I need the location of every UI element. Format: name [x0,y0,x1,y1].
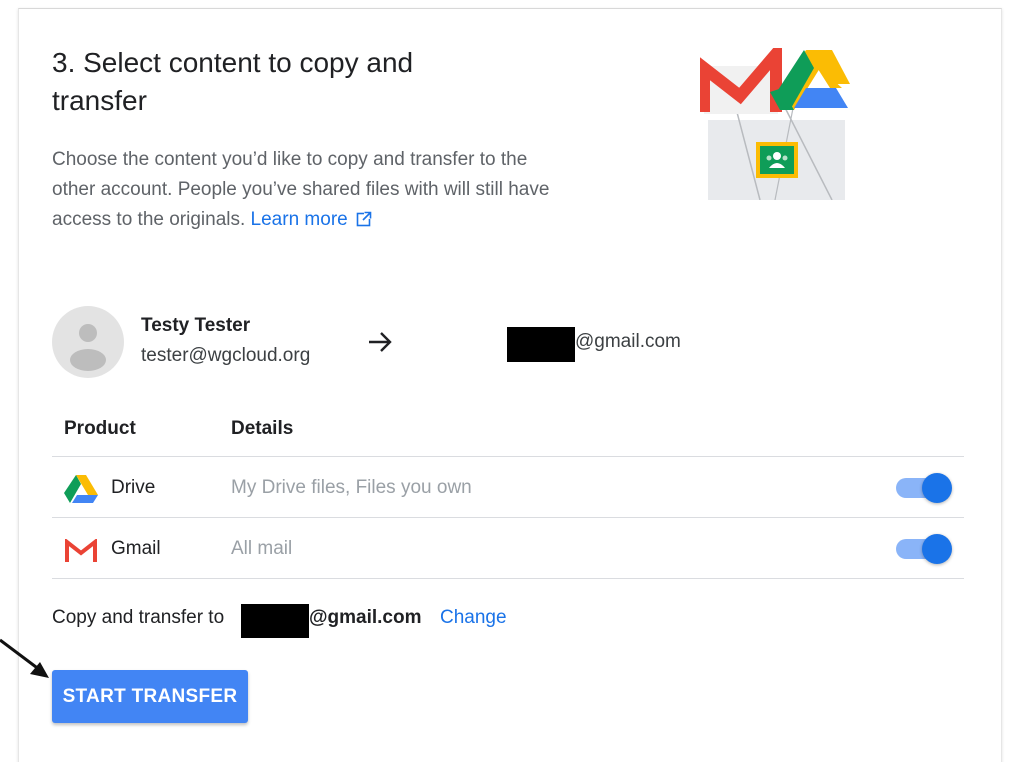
destination-email: @gmail.com [575,331,681,352]
drive-toggle[interactable] [896,473,952,503]
arrow-right-icon [366,330,394,359]
google-drive-icon [64,475,98,508]
learn-more-label: Learn more [250,209,348,230]
learn-more-link[interactable]: Learn more [251,209,372,230]
gmail-icon [64,537,98,568]
divider [52,578,964,579]
start-transfer-button[interactable]: START TRANSFER [52,670,248,723]
transfer-summary-email: @gmail.com [309,607,422,628]
external-link-icon [356,207,372,237]
gmail-toggle[interactable] [896,534,952,564]
gmail-drive-classroom-illustration [698,37,850,201]
source-account-email: tester@wgcloud.org [141,345,311,366]
avatar [52,306,124,378]
product-details-drive: My Drive files, Files you own [231,477,472,498]
person-icon [70,324,106,371]
source-account-name: Testy Tester [141,315,251,336]
divider [52,456,964,457]
page-title: 3. Select content to copy and transfer [52,47,414,116]
product-name-drive: Drive [111,477,156,498]
change-destination-link[interactable]: Change [440,607,507,629]
column-header-details: Details [231,418,294,439]
transfer-card [18,8,1002,762]
product-details-gmail: All mail [231,538,293,559]
redacted-email-block [241,604,309,638]
toggle-knob [922,473,952,503]
toggle-knob [922,534,952,564]
divider [52,517,964,518]
transfer-summary-prefix: Copy and transfer to [52,607,225,628]
product-name-gmail: Gmail [111,538,161,559]
column-header-product: Product [64,418,136,439]
annotation-arrow-icon [0,630,60,689]
redacted-email-block [507,327,575,362]
step-description: Choose the content you’d like to copy an… [52,145,552,237]
